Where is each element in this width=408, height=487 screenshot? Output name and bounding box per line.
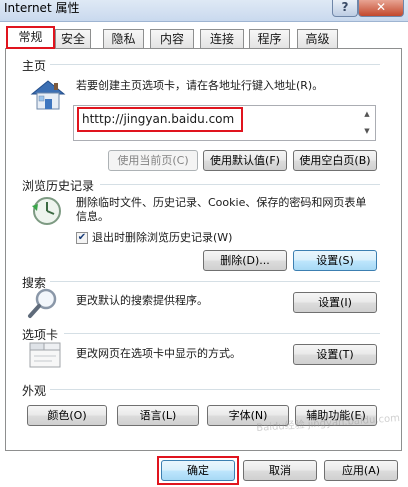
delete-history-checkbox-label[interactable]: 退出时删除浏览历史记录(W) xyxy=(92,231,232,245)
tabs-description: 更改网页在选项卡中显示的方式。 xyxy=(76,347,241,360)
ok-button[interactable]: 确定 xyxy=(161,460,235,481)
house-icon xyxy=(28,78,68,112)
window-title: Internet 属性 xyxy=(4,1,80,15)
use-current-button[interactable]: 使用当前页(C) xyxy=(108,150,198,171)
magnifier-icon xyxy=(26,287,62,319)
apply-button[interactable]: 应用(A) xyxy=(324,460,398,481)
appearance-divider xyxy=(50,389,380,390)
history-description: 删除临时文件、历史记录、Cookie、保存的密码和网页表单信息。 xyxy=(76,196,367,223)
tabs-divider xyxy=(64,333,380,334)
homepage-divider xyxy=(50,64,380,65)
tabs-settings-button[interactable]: 设置(T) xyxy=(293,344,377,365)
tab-programs[interactable]: 程序 xyxy=(249,29,290,48)
history-section-label: 浏览历史记录 xyxy=(22,179,95,193)
scroll-up-icon[interactable]: ▲ xyxy=(359,106,375,123)
tab-content[interactable]: 内容 xyxy=(150,29,194,48)
history-divider xyxy=(100,184,380,185)
appearance-section-label: 外观 xyxy=(22,384,47,398)
homepage-section-label: 主页 xyxy=(22,59,47,73)
tab-advanced[interactable]: 高级 xyxy=(297,29,338,48)
help-button[interactable]: ? xyxy=(332,0,358,17)
search-divider xyxy=(50,281,380,282)
search-description: 更改默认的搜索提供程序。 xyxy=(76,294,208,307)
tab-connections[interactable]: 连接 xyxy=(200,29,244,48)
close-button[interactable]: ✕ xyxy=(358,0,404,17)
colors-button[interactable]: 颜色(O) xyxy=(27,405,107,426)
delete-history-button[interactable]: 删除(D)... xyxy=(203,250,287,271)
homepage-description: 若要创建主页选项卡，请在各地址行键入地址(R)。 xyxy=(76,79,324,92)
use-blank-button[interactable]: 使用空白页(B) xyxy=(293,150,377,171)
delete-history-checkbox[interactable]: ✔ xyxy=(76,232,88,244)
clock-icon xyxy=(30,194,66,228)
tab-privacy[interactable]: 隐私 xyxy=(103,29,144,48)
tab-security[interactable]: 安全 xyxy=(55,29,91,48)
history-settings-button[interactable]: 设置(S) xyxy=(293,250,377,271)
cancel-button[interactable]: 取消 xyxy=(243,460,317,481)
homepage-url-input[interactable]: htttp://jingyan.baidu.com xyxy=(77,107,243,132)
search-settings-button[interactable]: 设置(I) xyxy=(293,292,377,313)
scroll-down-icon[interactable]: ▼ xyxy=(359,123,375,140)
languages-button[interactable]: 语言(L) xyxy=(117,405,199,426)
use-default-button[interactable]: 使用默认值(F) xyxy=(203,150,287,171)
tab-general[interactable]: 常规 xyxy=(6,26,55,49)
tabs-window-icon xyxy=(28,339,64,371)
